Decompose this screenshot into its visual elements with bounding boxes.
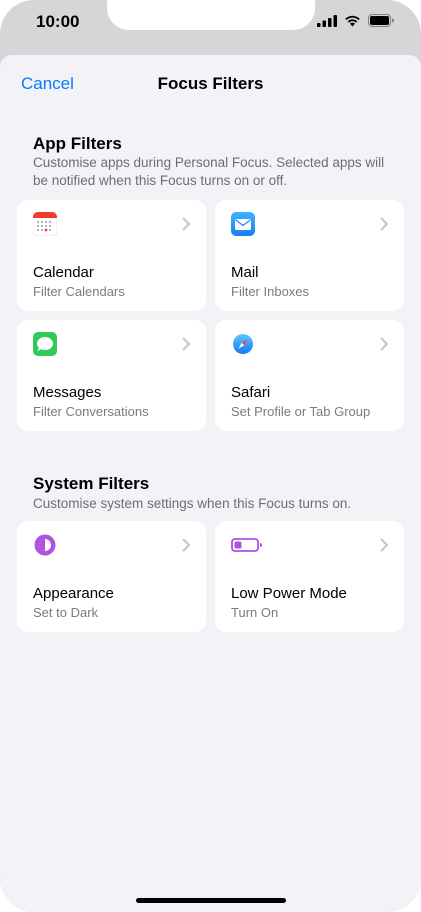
chevron-right-icon: [182, 337, 190, 351]
chevron-right-icon: [182, 538, 190, 552]
system-filters-description: Customise system settings when this Focu…: [33, 496, 352, 511]
low-power-battery-icon: [231, 538, 262, 552]
card-title: Mail: [231, 264, 259, 281]
filter-card-messages[interactable]: Messages Filter Conversations: [17, 320, 206, 431]
chevron-right-icon: [182, 217, 190, 231]
focus-filters-sheet: Cancel Focus Filters App Filters Customi…: [0, 55, 421, 912]
filter-card-low-power-mode[interactable]: Low Power Mode Turn On: [215, 521, 404, 632]
filter-card-mail[interactable]: Mail Filter Inboxes: [215, 200, 404, 311]
card-subtitle: Filter Inboxes: [231, 284, 310, 299]
page-title: Focus Filters: [157, 74, 264, 93]
filter-card-appearance[interactable]: Appearance Set to Dark: [17, 521, 206, 632]
status-bar: 10:00: [0, 0, 421, 48]
filter-card-safari[interactable]: Safari Set Profile or Tab Group: [215, 320, 404, 431]
messages-icon: [33, 332, 57, 356]
app-filters-heading: App Filters: [33, 134, 122, 153]
card-subtitle: Turn On: [231, 605, 279, 620]
filter-card-calendar[interactable]: Calendar Filter Calendars: [17, 200, 206, 311]
card-title: Safari: [231, 384, 271, 401]
status-icons: [317, 14, 395, 27]
chevron-right-icon: [380, 337, 388, 351]
mail-icon: [231, 212, 255, 236]
notch: [107, 0, 315, 30]
card-title: Calendar: [33, 264, 94, 281]
card-subtitle: Filter Calendars: [33, 284, 125, 299]
app-filters-description: Customise apps during Personal Focus. Se…: [33, 155, 385, 188]
nav-bar: Cancel Focus Filters: [0, 55, 421, 115]
system-filters-heading: System Filters: [33, 474, 150, 493]
home-indicator[interactable]: [136, 898, 286, 903]
card-subtitle: Filter Conversations: [33, 404, 149, 419]
safari-icon: [231, 332, 255, 356]
card-title: Messages: [33, 384, 102, 401]
card-title: Low Power Mode: [231, 585, 347, 602]
phone-screen: 10:00 Cancel Focus Filters App Filters C…: [0, 0, 421, 912]
battery-icon: [368, 14, 394, 27]
card-subtitle: Set Profile or Tab Group: [231, 404, 371, 419]
card-title: Appearance: [33, 585, 114, 602]
chevron-right-icon: [380, 217, 388, 231]
calendar-icon: [33, 212, 57, 236]
appearance-icon: [34, 534, 56, 556]
chevron-right-icon: [380, 538, 388, 552]
card-subtitle: Set to Dark: [33, 605, 99, 620]
cellular-signal-icon: [317, 14, 337, 27]
status-time: 10:00: [36, 12, 80, 31]
wifi-icon: [345, 15, 360, 26]
